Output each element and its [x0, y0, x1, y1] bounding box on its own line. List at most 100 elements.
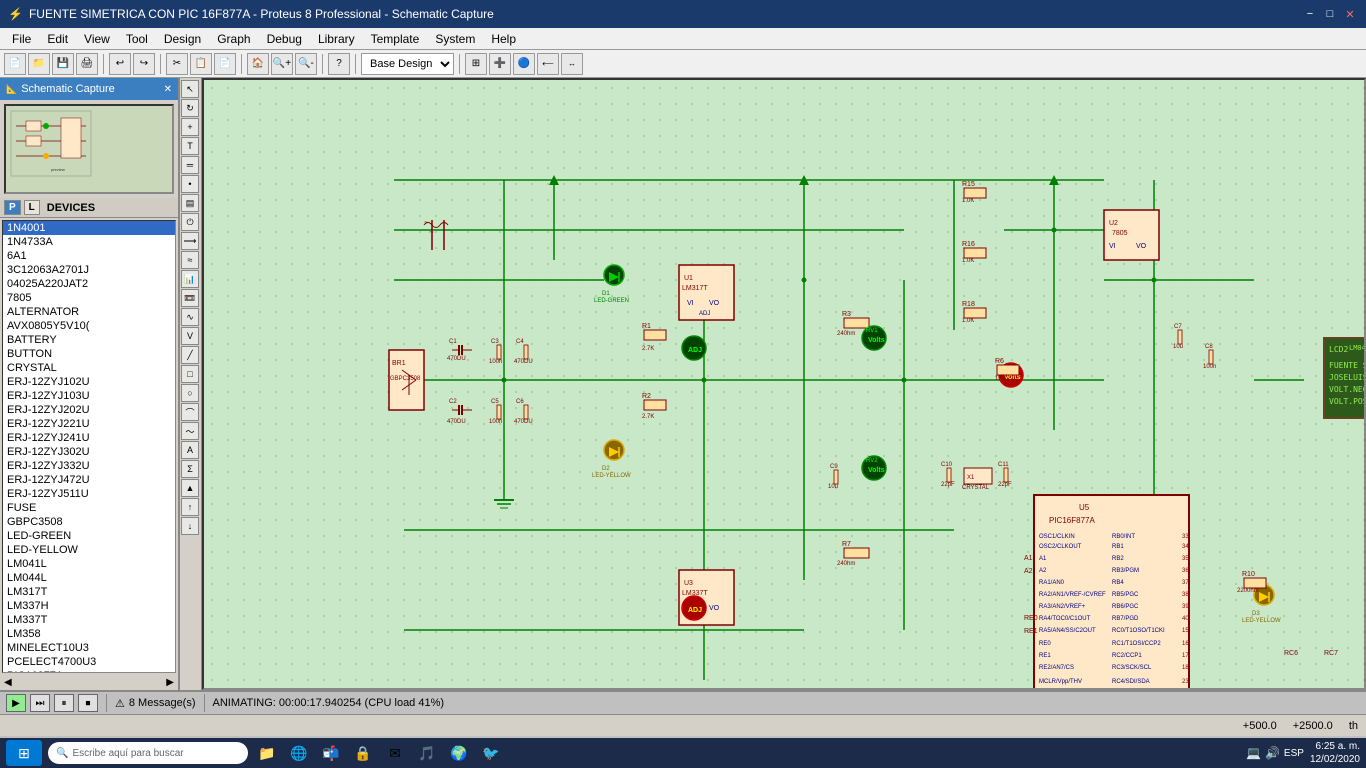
toolbar-paste[interactable]: 📄	[214, 53, 236, 75]
tool-voltage[interactable]: V	[181, 327, 199, 345]
device-item-button[interactable]: BUTTON	[3, 347, 175, 361]
device-item-erj202[interactable]: ERJ-12ZYJ202U	[3, 403, 175, 417]
close-button[interactable]: ✕	[1342, 6, 1358, 22]
taskbar-store[interactable]: 🔒	[350, 740, 376, 766]
device-item-3c12063[interactable]: 3C12063A2701J	[3, 263, 175, 277]
tool-bus[interactable]: ═	[181, 156, 199, 174]
tool-power[interactable]: ⏻	[181, 213, 199, 231]
tool-text[interactable]: T	[181, 137, 199, 155]
taskbar-music[interactable]: 🎵	[414, 740, 440, 766]
taskbar-twitter[interactable]: 🐦	[478, 740, 504, 766]
device-item-1n4001[interactable]: 1N4001	[3, 221, 175, 235]
mode-p-button[interactable]: P	[4, 200, 21, 215]
device-item-pic16877a[interactable]: PIC16877A	[3, 669, 175, 673]
tool-virtual[interactable]: ≈	[181, 251, 199, 269]
device-item-led-yellow[interactable]: LED-YELLOW	[3, 543, 175, 557]
toolbar-zoom-out[interactable]: 🔍-	[295, 53, 317, 75]
toolbar-cut[interactable]: ✂	[166, 53, 188, 75]
device-item-lm358[interactable]: LM358	[3, 627, 175, 641]
tray-lang[interactable]: ESP	[1284, 748, 1304, 759]
menu-help[interactable]: Help	[483, 30, 524, 48]
tool-line[interactable]: ╱	[181, 346, 199, 364]
menu-file[interactable]: File	[4, 30, 39, 48]
menu-tool[interactable]: Tool	[118, 30, 156, 48]
device-item-minelect[interactable]: MINELECT10U3	[3, 641, 175, 655]
toolbar-btn1[interactable]: ⊞	[465, 53, 487, 75]
tool-graph[interactable]: 📊	[181, 270, 199, 288]
menu-design[interactable]: Design	[156, 30, 209, 48]
device-item-erj241[interactable]: ERJ-12ZYJ241U	[3, 431, 175, 445]
tray-network[interactable]: 💻	[1246, 746, 1261, 760]
taskbar-file-explorer[interactable]: 📁	[254, 740, 280, 766]
scroll-right[interactable]: ▶	[166, 677, 174, 688]
device-item-lm317t[interactable]: LM317T	[3, 585, 175, 599]
taskbar-search[interactable]: 🔍 Escribe aquí para buscar	[48, 742, 248, 764]
clock[interactable]: 6:25 a. m. 12/02/2020	[1310, 740, 1360, 766]
device-item-led-green[interactable]: LED-GREEN	[3, 529, 175, 543]
toolbar-redo[interactable]: ↪	[133, 53, 155, 75]
menu-edit[interactable]: Edit	[39, 30, 76, 48]
sim-step[interactable]: ⏭	[30, 694, 50, 712]
toolbar-new[interactable]: 📄	[4, 53, 26, 75]
tool-probe[interactable]: ⟶	[181, 232, 199, 250]
mode-l-button[interactable]: L	[24, 200, 40, 215]
sim-stop[interactable]: ⏹	[78, 694, 98, 712]
device-item-alternator[interactable]: ALTERNATOR	[3, 305, 175, 319]
taskbar-mail[interactable]: 📬	[318, 740, 344, 766]
schematic-capture-tab[interactable]: 📐 Schematic Capture ✕	[0, 78, 178, 100]
tool-path[interactable]: 〜	[181, 422, 199, 440]
toolbar-undo[interactable]: ↩	[109, 53, 131, 75]
taskbar-email[interactable]: ✉	[382, 740, 408, 766]
schematic-tab-close[interactable]: ✕	[164, 84, 172, 95]
device-item-avx0805[interactable]: AVX0805Y5V10(	[3, 319, 175, 333]
tool-arc[interactable]: ⌒	[181, 403, 199, 421]
minimize-button[interactable]: −	[1302, 6, 1318, 22]
device-item-pcelect[interactable]: PCELECT4700U3	[3, 655, 175, 669]
tool-junction[interactable]: •	[181, 175, 199, 193]
toolbar-help[interactable]: ?	[328, 53, 350, 75]
device-item-lm337t[interactable]: LM337T	[3, 613, 175, 627]
tool-up[interactable]: ↑	[181, 498, 199, 516]
device-item-erj332[interactable]: ERJ-12ZYJ332U	[3, 459, 175, 473]
tray-volume[interactable]: 🔊	[1265, 746, 1280, 760]
tool-sym[interactable]: Σ	[181, 460, 199, 478]
device-item-lm041l[interactable]: LM041L	[3, 557, 175, 571]
device-item-lm337h[interactable]: LM337H	[3, 599, 175, 613]
device-item-gbpc3508[interactable]: GBPC3508	[3, 515, 175, 529]
tool-circle[interactable]: ○	[181, 384, 199, 402]
device-item-battery[interactable]: BATTERY	[3, 333, 175, 347]
tool-down[interactable]: ↓	[181, 517, 199, 535]
tool-box[interactable]: □	[181, 365, 199, 383]
device-item-fuse[interactable]: FUSE	[3, 501, 175, 515]
device-item-crystal[interactable]: CRYSTAL	[3, 361, 175, 375]
menu-template[interactable]: Template	[363, 30, 428, 48]
menu-graph[interactable]: Graph	[209, 30, 258, 48]
toolbar-copy[interactable]: 📋	[190, 53, 212, 75]
device-item-erj103[interactable]: ERJ-12ZYJ103U	[3, 389, 175, 403]
device-item-lm044l[interactable]: LM044L	[3, 571, 175, 585]
menu-library[interactable]: Library	[310, 30, 363, 48]
schematic-canvas[interactable]: U1 LM317T VI VO ADJ U2 7805 VI VO U3 LM3…	[202, 78, 1366, 690]
tool-select[interactable]: ↖	[181, 80, 199, 98]
menu-system[interactable]: System	[427, 30, 483, 48]
device-item-erj221[interactable]: ERJ-12ZYJ221U	[3, 417, 175, 431]
tool-component[interactable]: ↻	[181, 99, 199, 117]
toolbar-open[interactable]: 📁	[28, 53, 50, 75]
window-controls[interactable]: − □ ✕	[1302, 6, 1358, 22]
tool-wire[interactable]: +	[181, 118, 199, 136]
device-item-erj102[interactable]: ERJ-12ZYJ102U	[3, 375, 175, 389]
taskbar-chrome[interactable]: 🌍	[446, 740, 472, 766]
tool-text2[interactable]: A	[181, 441, 199, 459]
device-item-erj302[interactable]: ERJ-12ZYJ302U	[3, 445, 175, 459]
toolbar-home[interactable]: 🏠	[247, 53, 269, 75]
toolbar-print[interactable]: 🖨	[76, 53, 98, 75]
menu-debug[interactable]: Debug	[259, 30, 310, 48]
taskbar-edge[interactable]: 🌐	[286, 740, 312, 766]
toolbar-zoom-in[interactable]: 🔍+	[271, 53, 293, 75]
start-button[interactable]: ⊞	[6, 740, 42, 766]
sim-pause[interactable]: ⏸	[54, 694, 74, 712]
maximize-button[interactable]: □	[1322, 6, 1338, 22]
device-item-erj511[interactable]: ERJ-12ZYJ511U	[3, 487, 175, 501]
sim-play[interactable]: ▶	[6, 694, 26, 712]
toolbar-btn3[interactable]: 🔵	[513, 53, 535, 75]
